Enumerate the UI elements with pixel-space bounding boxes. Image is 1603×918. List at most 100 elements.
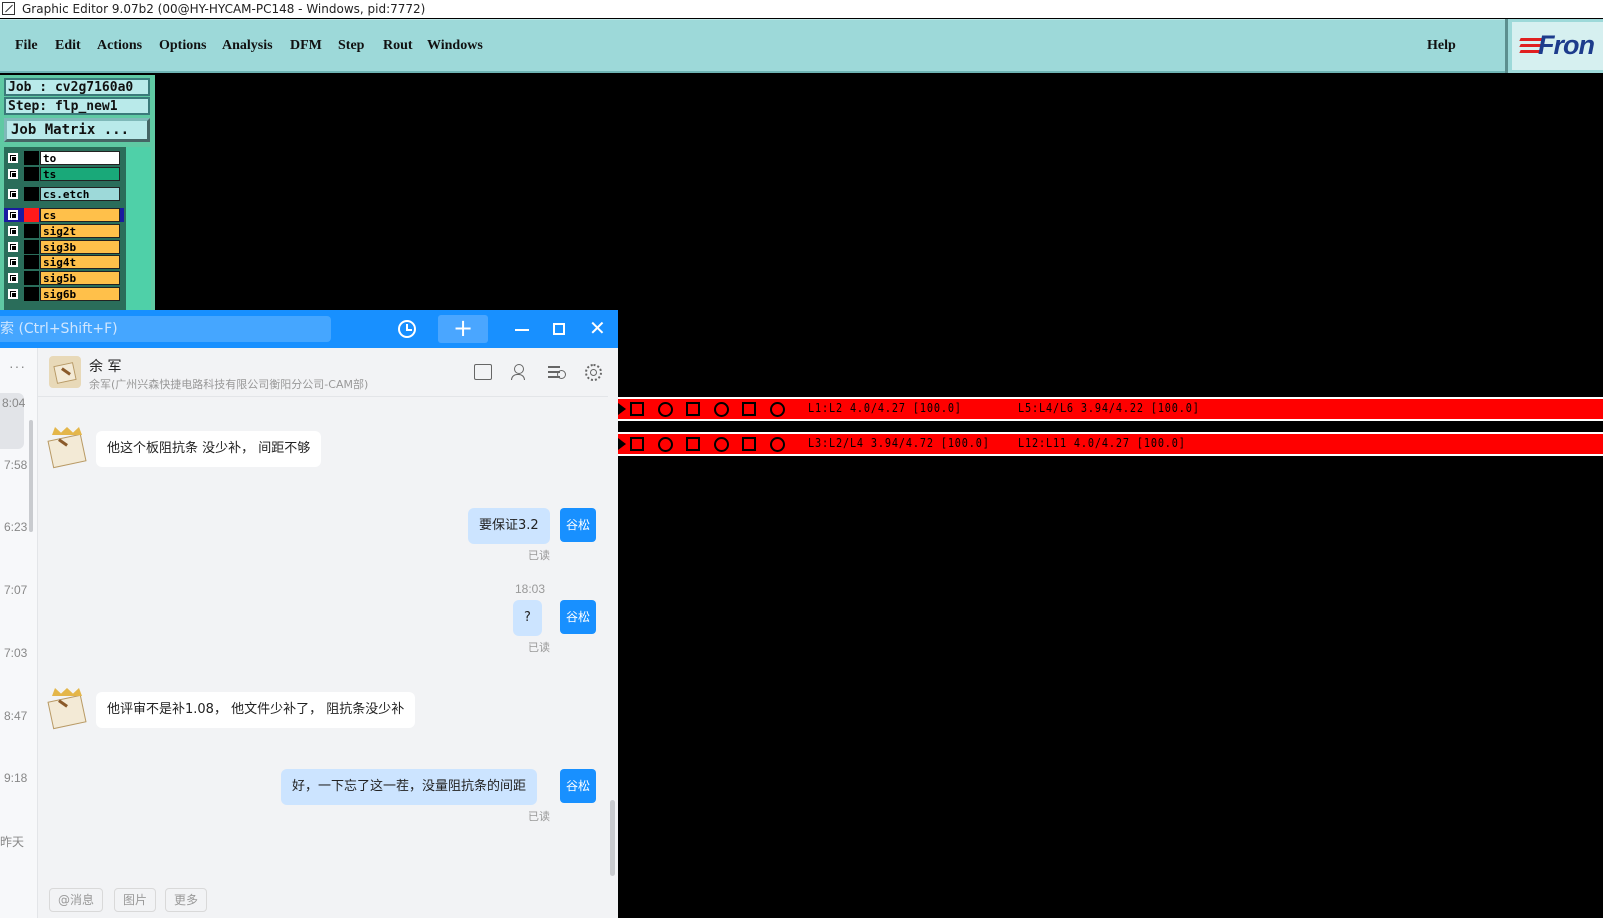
menu-step[interactable]: Step bbox=[338, 38, 364, 54]
round-pad bbox=[714, 437, 729, 452]
minimize-icon[interactable] bbox=[515, 329, 529, 331]
round-pad bbox=[658, 402, 673, 417]
contact-avatar[interactable] bbox=[49, 356, 81, 388]
list-item-time: 7:03 bbox=[4, 646, 28, 660]
add-button[interactable]: + bbox=[438, 315, 488, 343]
layer-checkbox[interactable] bbox=[8, 273, 18, 283]
layer-row[interactable]: sig5b bbox=[4, 271, 124, 285]
menu-rout[interactable]: Rout bbox=[383, 38, 413, 54]
self-avatar[interactable]: 谷松 bbox=[560, 769, 596, 803]
menu-help[interactable]: Help bbox=[1427, 38, 1456, 54]
chat-input-toolbar: @消息 图片 更多 bbox=[37, 878, 618, 918]
layer-color-swatch[interactable] bbox=[24, 255, 39, 269]
layer-checkbox[interactable] bbox=[8, 242, 18, 252]
layer-color-swatch[interactable] bbox=[24, 167, 39, 181]
history-icon[interactable] bbox=[398, 320, 416, 338]
add-user-icon[interactable] bbox=[511, 364, 529, 380]
conversation-header: 余 军 余军(广州兴森快捷电路科技有限公司衡阳分公司-CAM部) bbox=[37, 348, 608, 397]
layer-row[interactable]: sig4t bbox=[4, 255, 124, 269]
round-pad bbox=[714, 402, 729, 417]
search-history-icon[interactable] bbox=[548, 364, 566, 380]
layer-color-swatch[interactable] bbox=[24, 224, 39, 238]
folder-icon[interactable] bbox=[474, 364, 492, 380]
square-pad bbox=[742, 402, 756, 416]
self-avatar[interactable]: 谷松 bbox=[560, 508, 596, 542]
layer-name[interactable]: cs bbox=[40, 208, 120, 222]
layer-color-swatch[interactable] bbox=[24, 271, 39, 285]
menu-windows[interactable]: Windows bbox=[427, 38, 483, 54]
layer-name[interactable]: sig2t bbox=[40, 224, 120, 238]
layer-checkbox[interactable] bbox=[8, 257, 18, 267]
layer-name[interactable]: sig5b bbox=[40, 271, 120, 285]
list-item-time: 6:23 bbox=[4, 520, 28, 534]
layer-row[interactable]: to bbox=[4, 151, 124, 165]
message-bubble-self: ? bbox=[513, 600, 542, 636]
chat-search-input[interactable]: 索 (Ctrl+Shift+F) bbox=[0, 316, 331, 342]
layer-name[interactable]: to bbox=[40, 151, 120, 165]
sender-avatar[interactable] bbox=[46, 427, 88, 469]
layer-checkbox[interactable] bbox=[8, 189, 18, 199]
layer-panel: Job : cv2g7160a0 Step: flp_new1 Job Matr… bbox=[0, 75, 155, 327]
gear-icon[interactable] bbox=[585, 364, 602, 381]
menu-options[interactable]: Options bbox=[159, 38, 206, 54]
step-label: Step: flp_new1 bbox=[4, 97, 150, 115]
sender-avatar[interactable] bbox=[46, 688, 88, 730]
layer-row[interactable]: cs.etch bbox=[4, 187, 124, 201]
layer-checkbox[interactable] bbox=[8, 169, 18, 179]
list-item-time: 8:47 bbox=[4, 709, 28, 723]
round-pad bbox=[770, 402, 785, 417]
impedance-strip-bottom: L3:L2/L4 3.94/4.72 [100.0] L12:L11 4.0/4… bbox=[618, 432, 1603, 456]
layer-name[interactable]: ts bbox=[40, 167, 120, 181]
menu-bar: File Edit Actions Options Analysis DFM S… bbox=[0, 19, 1505, 73]
list-item-time: 9:18 bbox=[4, 771, 28, 785]
close-icon[interactable]: ✕ bbox=[589, 318, 606, 338]
graphic-canvas[interactable]: L1:L2 4.0/4.27 [100.0] L5:L4/L6 3.94/4.2… bbox=[618, 395, 1603, 458]
conversation-list-scrollbar[interactable] bbox=[29, 420, 33, 532]
more-icon[interactable]: ··· bbox=[9, 358, 26, 374]
layer-color-swatch[interactable] bbox=[24, 240, 39, 254]
layer-checkbox[interactable] bbox=[8, 289, 18, 299]
menu-actions[interactable]: Actions bbox=[97, 38, 142, 54]
menu-analysis[interactable]: Analysis bbox=[222, 38, 273, 54]
message-bubble-self: 好，一下忘了这一茬，没量阻抗条的间距 bbox=[281, 769, 538, 805]
layer-checkbox[interactable] bbox=[8, 226, 18, 236]
layer-list-scrollbar[interactable] bbox=[124, 147, 151, 327]
image-button[interactable]: 图片 bbox=[114, 888, 157, 912]
layer-row[interactable]: sig3b bbox=[4, 240, 124, 254]
layer-color-swatch[interactable] bbox=[24, 151, 39, 165]
layer-name[interactable]: sig3b bbox=[40, 240, 120, 254]
self-avatar[interactable]: 谷松 bbox=[560, 600, 596, 634]
layer-row[interactable]: sig6b bbox=[4, 287, 124, 301]
maximize-icon[interactable] bbox=[553, 323, 565, 335]
menu-edit[interactable]: Edit bbox=[55, 38, 81, 54]
strip-label: L1:L2 4.0/4.27 [100.0] bbox=[808, 401, 962, 415]
layer-name[interactable]: cs.etch bbox=[40, 187, 120, 201]
layer-color-swatch[interactable] bbox=[24, 187, 39, 201]
frontline-logo: Fron bbox=[1505, 19, 1603, 73]
mention-button[interactable]: @消息 bbox=[49, 888, 104, 912]
layer-color-swatch[interactable] bbox=[24, 208, 39, 222]
layer-checkbox[interactable] bbox=[8, 153, 18, 163]
layer-row[interactable]: cs bbox=[4, 208, 124, 222]
list-item-time: 7:58 bbox=[4, 458, 28, 472]
strip-label: L5:L4/L6 3.94/4.22 [100.0] bbox=[1018, 401, 1200, 415]
layer-color-swatch[interactable] bbox=[24, 287, 39, 301]
square-pad bbox=[686, 402, 700, 416]
menu-file[interactable]: File bbox=[15, 38, 38, 54]
layer-name[interactable]: sig4t bbox=[40, 255, 120, 269]
window-titlebar: Graphic Editor 9.07b2 (00@HY-HYCAM-PC148… bbox=[0, 0, 1603, 18]
read-status: 已读 bbox=[528, 641, 550, 654]
impedance-strip-top: L1:L2 4.0/4.27 [100.0] L5:L4/L6 3.94/4.2… bbox=[618, 397, 1603, 421]
more-button[interactable]: 更多 bbox=[165, 888, 208, 912]
square-pad bbox=[686, 437, 700, 451]
job-matrix-button[interactable]: Job Matrix ... bbox=[4, 118, 150, 142]
layer-name[interactable]: sig6b bbox=[40, 287, 120, 301]
square-pad bbox=[630, 402, 644, 416]
contact-subtitle: 余军(广州兴森快捷电路科技有限公司衡阳分公司-CAM部) bbox=[89, 378, 369, 391]
layer-checkbox[interactable] bbox=[8, 210, 18, 220]
menu-dfm[interactable]: DFM bbox=[290, 38, 322, 54]
conversation-list: ··· 8:04 7:58 6:23 7:07 7:03 8:47 9:18 昨… bbox=[0, 348, 38, 918]
layer-row[interactable]: ts bbox=[4, 167, 124, 181]
layer-row[interactable]: sig2t bbox=[4, 224, 124, 238]
message-scrollbar[interactable] bbox=[610, 800, 615, 876]
